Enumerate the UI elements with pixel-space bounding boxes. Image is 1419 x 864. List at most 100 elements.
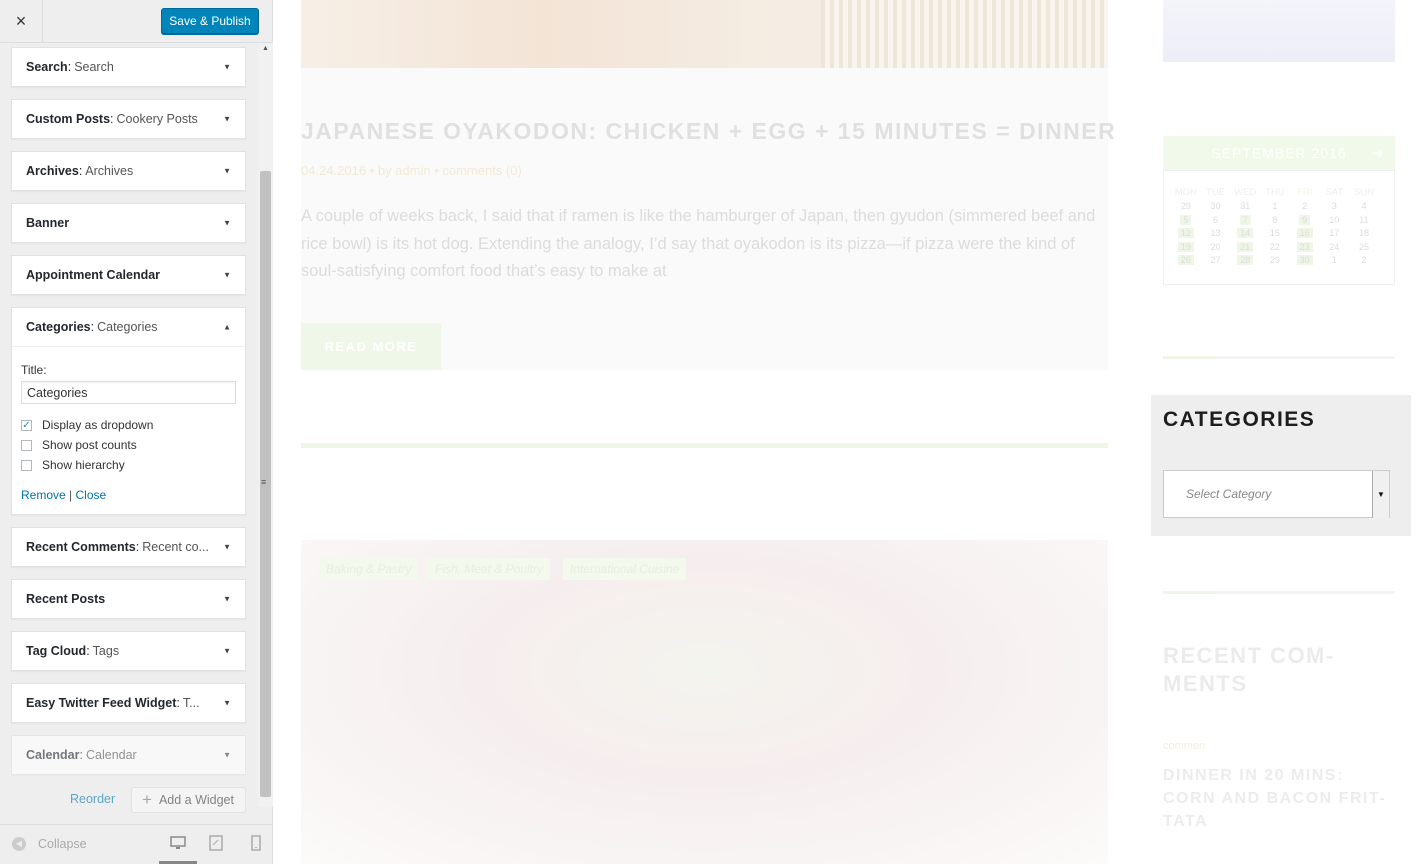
desktop-preview-icon[interactable]	[170, 835, 186, 851]
calendar-day[interactable]: 13	[1201, 228, 1231, 238]
expand-arrow-icon[interactable]: ▼	[223, 271, 231, 280]
widget-search[interactable]: Search: Search ▼	[11, 47, 246, 87]
scroll-thumb[interactable]: ≡	[260, 171, 271, 797]
calendar-day[interactable]: 30	[1201, 201, 1231, 211]
calendar-day[interactable]: 26	[1171, 255, 1201, 266]
calendar-day[interactable]: 17	[1319, 228, 1349, 238]
tag-international-cuisine[interactable]: International Cuisine	[563, 558, 687, 580]
calendar-day[interactable]: 7	[1230, 214, 1260, 225]
widget-calendar[interactable]: Calendar: Calendar ▼	[11, 735, 246, 775]
calendar-day[interactable]: 14	[1230, 228, 1260, 239]
checkbox[interactable]	[21, 459, 32, 471]
collapse-button[interactable]: ◀ Collapse	[12, 837, 87, 851]
calendar-weeks: 29 30 31 1 2 3 4 5 6 7 8 9 10 11 12 13 14 15 16 17 18 19 20 21 2…	[1171, 200, 1387, 268]
widget-recent-posts[interactable]: Recent Posts ▼	[11, 579, 246, 619]
remove-link[interactable]: Remove	[21, 488, 66, 502]
calendar-day[interactable]: 19	[1171, 241, 1201, 252]
tablet-preview-icon[interactable]	[208, 835, 224, 851]
widget-tag-cloud[interactable]: Tag Cloud: Tags ▼	[11, 631, 246, 671]
widget-banner[interactable]: Banner ▼	[11, 203, 246, 243]
add-widget-button[interactable]: + Add a Widget	[131, 787, 246, 813]
option-post-counts[interactable]: Show post counts	[21, 438, 236, 452]
comment-label: commen	[1163, 740, 1206, 752]
calendar-day[interactable]: 4	[1349, 201, 1379, 211]
widget-archives[interactable]: Archives: Archives ▼	[11, 151, 246, 191]
read-more-button[interactable]: READ MORE	[301, 323, 441, 370]
calendar-day[interactable]: 5	[1171, 214, 1201, 225]
calendar-day[interactable]: 16	[1290, 228, 1320, 239]
calendar-header: SEPTEMBER 2016 ➜	[1163, 136, 1395, 170]
widget-categories[interactable]: Categories:Categories▲ Title: ✓Display a…	[11, 307, 246, 515]
calendar-day[interactable]: 24	[1319, 242, 1349, 252]
calendar-day[interactable]: 3	[1319, 201, 1349, 211]
option-dropdown[interactable]: ✓ Display as dropdown	[21, 418, 236, 432]
checkbox-checked[interactable]: ✓	[21, 419, 32, 431]
widget-name: Custom Posts	[26, 112, 111, 126]
widget-name: Search	[26, 60, 68, 74]
calendar-week: 5 6 7 8 9 10 11	[1171, 213, 1387, 227]
calendar-day[interactable]: 22	[1260, 242, 1290, 252]
sidebar-divider	[1163, 356, 1395, 359]
calendar-day[interactable]: 9	[1290, 214, 1320, 225]
calendar-day[interactable]: 31	[1230, 201, 1260, 211]
calendar-day[interactable]: 25	[1349, 242, 1379, 252]
calendar-day[interactable]: 29	[1260, 255, 1290, 265]
expand-arrow-icon[interactable]: ▼	[223, 699, 231, 708]
sidebar-scrollbar[interactable]: ▲ ≡	[258, 43, 273, 807]
close-link[interactable]: Close	[76, 488, 107, 502]
widget-name: Banner	[26, 216, 70, 230]
calendar-day[interactable]: 8	[1260, 215, 1290, 225]
widget-subtitle: Calendar	[85, 748, 137, 762]
calendar-day[interactable]: 6	[1201, 215, 1231, 225]
post-title[interactable]: JAPANESE OYAKODON: CHICKEN + EGG + 15 MI…	[301, 118, 1116, 145]
plus-icon: +	[142, 790, 152, 809]
calendar-day[interactable]: 28	[1230, 255, 1260, 266]
title-input[interactable]	[21, 381, 236, 404]
expand-arrow-icon[interactable]: ▼	[223, 167, 231, 176]
expand-arrow-icon[interactable]: ▼	[223, 219, 231, 228]
dropdown-arrow-icon[interactable]: ▼	[1372, 471, 1389, 518]
category-select[interactable]: Select Category ▼	[1163, 470, 1390, 518]
scroll-up-arrow-icon[interactable]: ▲	[262, 45, 269, 52]
recent-comment-post[interactable]: DINNER IN 20 MINS: CORN AND BACON FRIT-T…	[1163, 764, 1395, 833]
close-customizer-button[interactable]: ×	[0, 0, 43, 43]
calendar-day[interactable]: 12	[1171, 228, 1201, 239]
reorder-link[interactable]: Reorder	[70, 792, 115, 806]
tag-baking-pastry[interactable]: Baking & Pastry	[319, 558, 419, 580]
expand-arrow-icon[interactable]: ▼	[223, 115, 231, 124]
widget-custom-posts[interactable]: Custom Posts: Cookery Posts ▼	[11, 99, 246, 139]
option-hierarchy[interactable]: Show hierarchy	[21, 458, 236, 472]
tag-fish-meat-poultry[interactable]: Fish, Meat & Poultry	[428, 558, 551, 580]
expand-arrow-icon[interactable]: ▼	[223, 595, 231, 604]
mobile-preview-icon[interactable]	[248, 835, 264, 851]
calendar-day[interactable]: 29	[1171, 201, 1201, 211]
calendar-day[interactable]: 10	[1319, 215, 1349, 225]
arrow-right-icon[interactable]: ➜	[1371, 144, 1385, 162]
widget-twitter-feed[interactable]: Easy Twitter Feed Widget: T... ▼	[11, 683, 246, 723]
widget-recent-comments[interactable]: Recent Comments: Recent co... ▼	[11, 527, 246, 567]
expand-arrow-icon[interactable]: ▼	[223, 63, 231, 72]
calendar-day[interactable]: 15	[1260, 228, 1290, 238]
calendar-day[interactable]: 21	[1230, 241, 1260, 252]
calendar-day[interactable]: 11	[1349, 215, 1379, 225]
widget-subtitle: Categories	[97, 320, 158, 334]
widget-appointment-calendar[interactable]: Appointment Calendar ▼	[11, 255, 246, 295]
calendar-day[interactable]: 2	[1349, 255, 1379, 265]
checkbox[interactable]	[21, 439, 32, 451]
calendar-day[interactable]: 18	[1349, 228, 1379, 238]
expand-arrow-icon[interactable]: ▼	[223, 543, 231, 552]
calendar-day[interactable]: 23	[1290, 241, 1320, 252]
calendar-week: 29 30 31 1 2 3 4	[1171, 200, 1387, 214]
calendar-day[interactable]: 30	[1290, 255, 1320, 266]
calendar-day[interactable]: 27	[1201, 255, 1231, 265]
calendar-day[interactable]: 2	[1290, 201, 1320, 211]
save-publish-button[interactable]: Save & Publish	[161, 8, 259, 34]
calendar-day[interactable]: 1	[1319, 255, 1349, 265]
calendar-day[interactable]: 1	[1260, 201, 1290, 211]
post-image-top	[301, 0, 1108, 68]
calendar-day[interactable]: 20	[1201, 242, 1231, 252]
collapse-arrow-icon[interactable]: ▲	[223, 323, 231, 332]
expand-arrow-icon[interactable]: ▼	[223, 647, 231, 656]
expand-arrow-icon[interactable]: ▼	[223, 751, 231, 760]
widget-subtitle: Recent co...	[142, 540, 209, 554]
